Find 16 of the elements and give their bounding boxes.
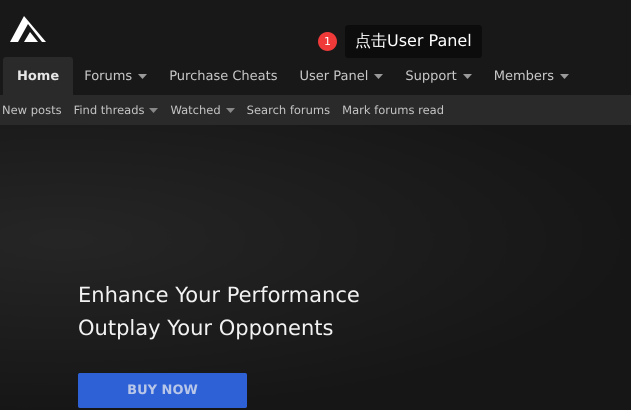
callout-tooltip: 点击User Panel: [345, 25, 482, 58]
hero-headline: Enhance Your Performance: [78, 282, 361, 309]
nav-tab[interactable]: User Panel: [288, 57, 394, 95]
logo-icon: [10, 16, 46, 42]
subnav-link[interactable]: Mark forums read: [338, 103, 448, 117]
nav-tab[interactable]: Support: [394, 57, 483, 95]
nav-tab[interactable]: Forums: [73, 57, 158, 95]
subnav-link[interactable]: Find threads: [70, 103, 162, 117]
hero-headline: Outplay Your Opponents: [78, 315, 334, 342]
subnav-link[interactable]: Watched: [166, 103, 239, 117]
subnav-link[interactable]: New posts: [0, 103, 66, 117]
step-badge: 1: [318, 32, 337, 51]
nav-tab[interactable]: Purchase Cheats: [158, 57, 289, 95]
subnav-link[interactable]: Search forums: [242, 103, 334, 117]
nav-tab[interactable]: Members: [482, 57, 580, 95]
nav-tab[interactable]: Home: [3, 57, 74, 95]
